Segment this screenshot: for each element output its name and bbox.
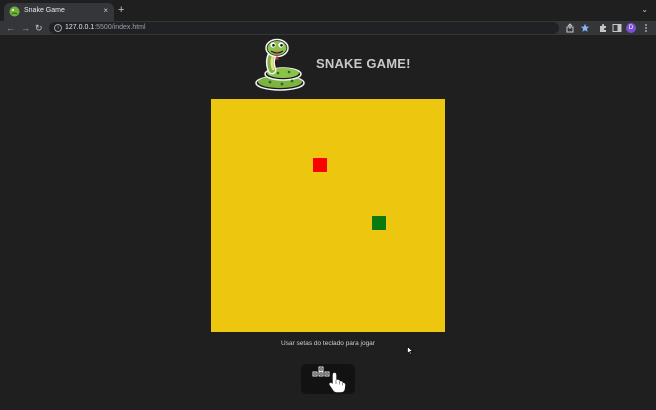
site-info-icon[interactable]: i <box>54 24 62 32</box>
instructions-text: Usar setas do teclado para jogar <box>281 340 375 347</box>
profile-avatar[interactable]: D <box>626 23 636 33</box>
url-text: 127.0.0.1:5500/index.html <box>65 23 146 33</box>
tab-search-button[interactable]: ⌄ <box>641 5 648 14</box>
tab-bar: Snake Game × + ⌄ <box>0 0 656 21</box>
browser-toolbar: ← → ↻ i 127.0.0.1:5500/index.html D <box>0 21 656 35</box>
extensions-icon[interactable] <box>598 23 608 33</box>
mouse-cursor-icon <box>407 346 414 355</box>
share-icon[interactable] <box>565 23 575 33</box>
back-button[interactable]: ← <box>6 22 15 34</box>
new-tab-button[interactable]: + <box>118 4 124 16</box>
tab-snake-game[interactable]: Snake Game × <box>4 3 114 21</box>
tab-close-button[interactable]: × <box>103 6 108 16</box>
menu-icon[interactable] <box>641 23 651 33</box>
game-board <box>211 99 445 332</box>
star-icon[interactable] <box>580 23 590 33</box>
tab-title: Snake Game <box>24 7 65 14</box>
snake-head <box>372 216 386 230</box>
food-block <box>313 158 327 172</box>
address-bar[interactable]: i 127.0.0.1:5500/index.html <box>49 22 559 34</box>
url-path: :5500/index.html <box>94 24 146 31</box>
arrow-keys-hand-icon <box>312 366 346 393</box>
snake-favicon-icon <box>9 6 20 17</box>
arrow-keys-hint <box>301 364 355 394</box>
forward-button[interactable]: → <box>21 22 30 34</box>
page-title: SNAKE GAME! <box>316 56 411 71</box>
reload-button[interactable]: ↻ <box>35 22 43 34</box>
sidebar-icon[interactable] <box>612 23 622 33</box>
snake-logo-icon <box>255 38 305 91</box>
url-host: 127.0.0.1 <box>65 24 95 31</box>
